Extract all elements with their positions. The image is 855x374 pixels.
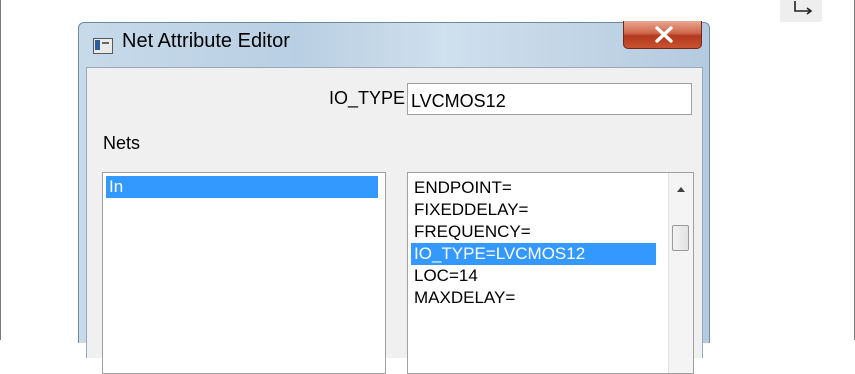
io-type-field[interactable] [407, 83, 692, 115]
attributes-scrollbar[interactable] [668, 173, 693, 373]
attributes-list[interactable]: ENDPOINT= FIXEDDELAY= FREQUENCY= IO_TYPE… [407, 172, 694, 374]
return-arrow-icon[interactable] [780, 0, 822, 22]
attribute-item[interactable]: MAXDELAY= [411, 287, 656, 309]
scroll-up-arrow-icon[interactable] [676, 186, 686, 193]
attribute-item[interactable]: LOC=14 [411, 265, 656, 287]
window-title: Net Attribute Editor [122, 30, 290, 52]
window-app-icon[interactable] [93, 38, 113, 54]
nets-list-item[interactable]: In [106, 176, 378, 198]
close-button[interactable] [623, 21, 702, 49]
net-attribute-editor-dialog: Net Attribute Editor IO_TYPE Nets In END… [78, 21, 710, 374]
attribute-item[interactable]: FREQUENCY= [411, 221, 656, 243]
nets-label: Nets [103, 133, 141, 153]
title-bar[interactable]: Net Attribute Editor [79, 21, 709, 67]
dialog-body: IO_TYPE Nets In ENDPOINT= FIXEDDELAY= FR… [86, 67, 703, 374]
close-icon [655, 26, 673, 43]
nets-list[interactable]: In [102, 172, 386, 374]
attribute-item[interactable]: ENDPOINT= [411, 177, 656, 199]
attribute-item[interactable]: FIXEDDELAY= [411, 199, 656, 221]
io-type-label: IO_TYPE [328, 88, 405, 108]
attribute-item-selected[interactable]: IO_TYPE=LVCMOS12 [411, 243, 656, 265]
scroll-thumb[interactable] [672, 225, 689, 251]
